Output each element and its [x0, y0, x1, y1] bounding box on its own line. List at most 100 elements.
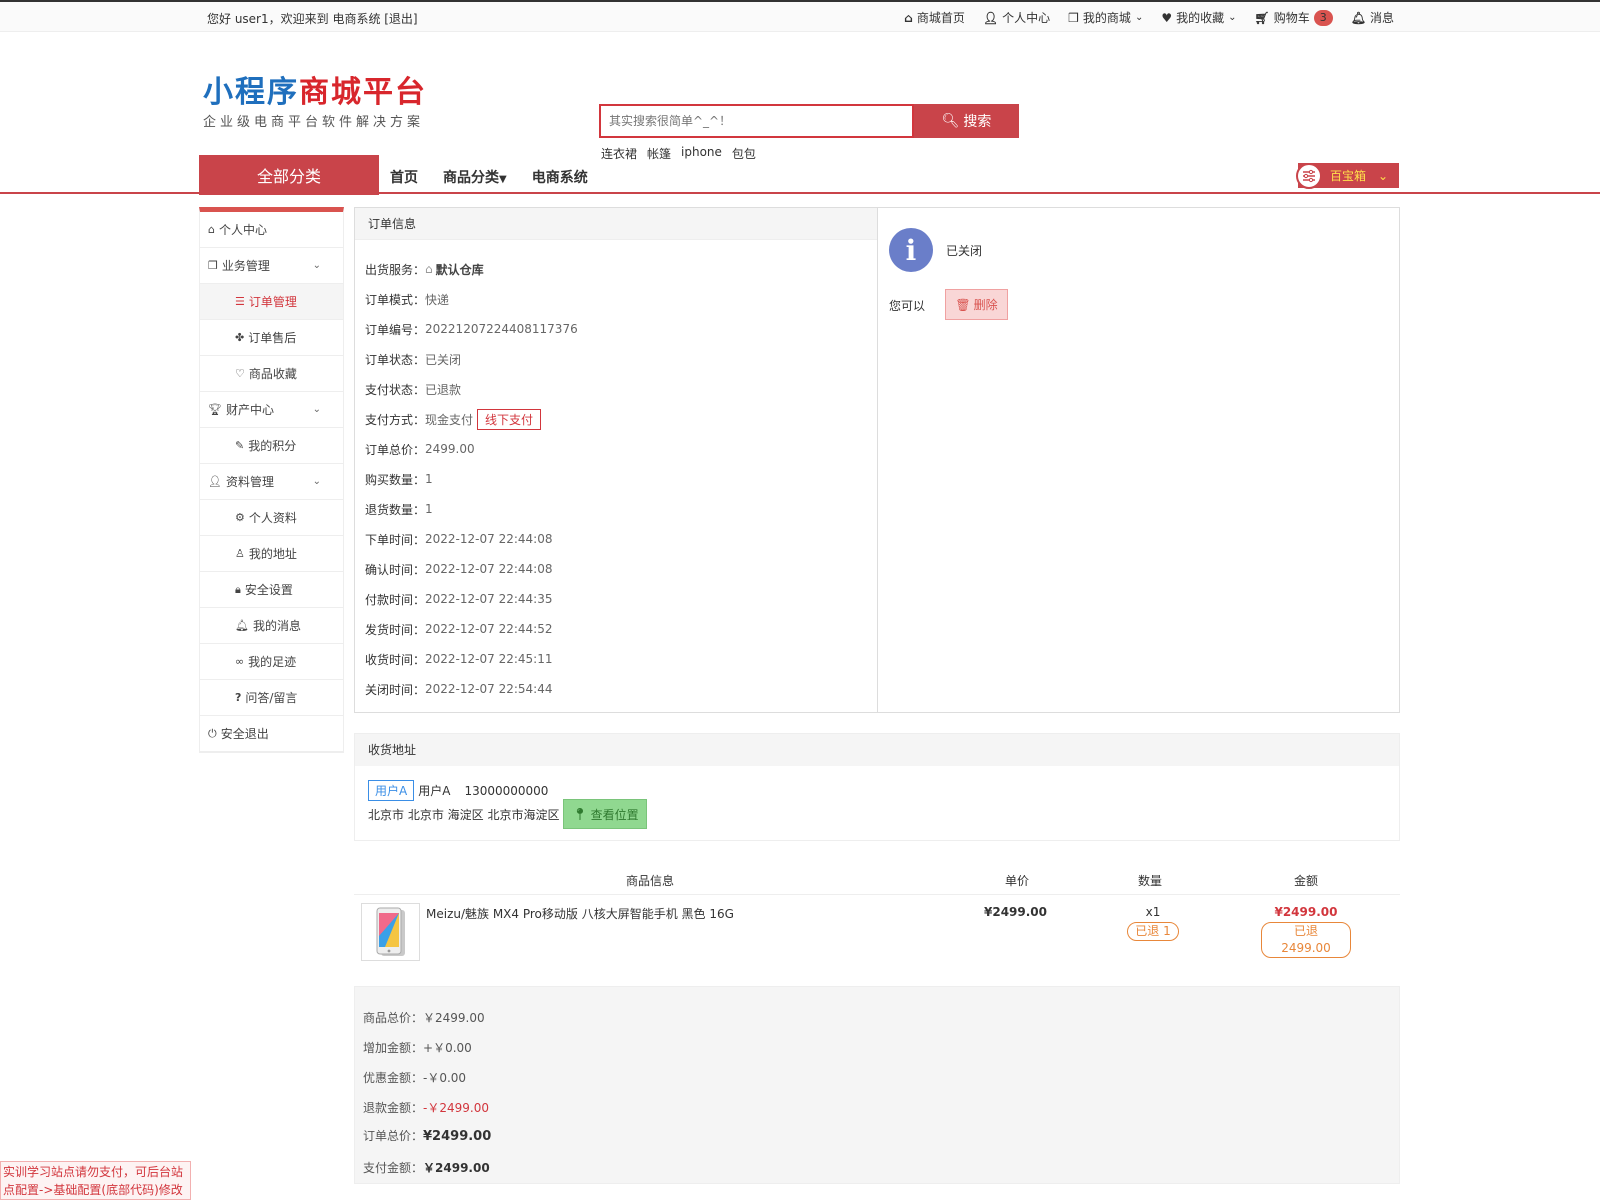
search-button-label: 搜索 [963, 114, 992, 130]
sidebar-item-label: 资料管理 [225, 475, 274, 489]
top-nav: ⌂ 商城首页 👤︎ 个人中心 ❒ 我的商城 ⌄ ♥ 我的收藏 ⌄ 🛒︎ 购物车 3 🔔︎ 消息 [904, 9, 1394, 26]
sidebar-item-security[interactable]: 🔒︎ 安全设置 [200, 572, 343, 608]
logo-title: 小程序商城平台 [203, 73, 427, 113]
order-row-placed-time: 下单时间： 2022-12-07 22:44:08 [365, 524, 877, 554]
order-row-confirm-time: 确认时间： 2022-12-07 22:44:08 [365, 554, 877, 584]
view-location-label: 查看位置 [590, 807, 639, 822]
top-nav-home[interactable]: ⌂ 商城首页 [904, 9, 965, 26]
summary-paid: 支付金额：￥2499.00 [363, 1159, 490, 1176]
top-nav-messages-label: 消息 [1369, 11, 1394, 25]
address-alias-tag: 用户A [368, 780, 415, 801]
order-row-value: 快递 [425, 292, 450, 307]
main-nav: 全部分类 首页 商品分类▼ 电商系统 百宝箱 ⌄ [0, 152, 1600, 195]
address-name: 用户A [418, 784, 451, 798]
cube-icon: ❒ [1068, 10, 1079, 25]
order-row-key: 订单总价： [365, 442, 426, 457]
product-thumbnail[interactable] [361, 903, 420, 961]
address-full: 北京市 北京市 海淀区 北京市海淀区 [368, 807, 560, 822]
offline-payment-tag: 线下支付 [477, 408, 542, 430]
sidebar-item-points[interactable]: ✎ 我的积分 [200, 428, 343, 464]
order-row-return-qty: 退货数量： 1 [365, 494, 877, 524]
summary-value: -￥2499.00 [423, 1101, 489, 1115]
logo-title-part2: 商城平台 [299, 75, 427, 110]
order-row-value: 2022-12-07 22:44:08 [425, 562, 553, 576]
order-row-value: 1 [425, 472, 433, 486]
top-nav-my-mall[interactable]: ❒ 我的商城 ⌄ [1068, 9, 1143, 26]
welcome-text[interactable]: 您好 user1，欢迎来到 电商系统 [退出] [207, 10, 418, 27]
sidebar-item-assets[interactable]: 🏆︎ 财产中心 ⌄ [200, 392, 343, 428]
order-status-panel: i 已关闭 您可以 🗑︎ 删除 [879, 208, 1399, 712]
top-nav-cart[interactable]: 🛒︎ 购物车 3 [1255, 9, 1333, 26]
summary-order-total: 订单总价：¥2499.00 [363, 1127, 491, 1144]
logo-title-part1: 小程序 [203, 75, 299, 110]
order-row-key: 发货时间： [365, 622, 426, 637]
footprint-icon: ∞ [235, 655, 245, 668]
summary-discount: 优惠金额：-￥0.00 [363, 1069, 466, 1086]
nav-link-home[interactable]: 首页 [390, 167, 418, 187]
sliders-icon [1296, 162, 1322, 189]
order-row-value: 20221207224408117376 [425, 322, 578, 336]
summary-refund: 退款金额：-￥2499.00 [363, 1099, 489, 1116]
sidebar-item-label: 我的消息 [252, 619, 301, 633]
order-row-mode: 订单模式： 快递 [365, 284, 877, 314]
bell-outline-icon: 🔔︎ [235, 619, 249, 632]
nav-link-categories[interactable]: 商品分类▼ [443, 167, 507, 187]
search-input[interactable] [599, 104, 914, 138]
unit-price: ¥2499.00 [984, 905, 1048, 919]
order-row-value: 2022-12-07 22:44:52 [425, 622, 553, 636]
trash-icon: 🗑︎ [955, 297, 971, 312]
nav-link-ecommerce[interactable]: 电商系统 [532, 167, 588, 187]
order-info-left: 订单信息 出货服务： ⌂ 默认仓库 订单模式： 快递 订单编号： 20221207224… [355, 208, 878, 712]
question-icon: ? [235, 691, 242, 704]
summary-value: +￥0.00 [423, 1041, 472, 1055]
sidebar-item-after-sales[interactable]: ✤ 订单售后 [200, 320, 343, 356]
sidebar-item-address[interactable]: ♙ 我的地址 [200, 536, 343, 572]
product-title[interactable]: Meizu/魅族 MX4 Pro移动版 八核大屏智能手机 黑色 16G [426, 905, 734, 922]
sidebar-item-footprints[interactable]: ∞ 我的足迹 [200, 644, 343, 680]
treasure-box-label: 百宝箱 [1330, 169, 1367, 183]
order-row-pay-time: 付款时间： 2022-12-07 22:44:35 [365, 584, 877, 614]
sidebar-item-label: 个人资料 [248, 511, 297, 525]
sidebar-item-logout[interactable]: ⏻ 安全退出 [200, 716, 343, 752]
sidebar-item-label: 我的积分 [248, 439, 297, 453]
sidebar-item-label: 安全退出 [220, 727, 269, 741]
heart-icon: ♥ [1161, 10, 1173, 25]
top-nav-user-center[interactable]: 👤︎ 个人中心 [983, 9, 1050, 26]
top-nav-messages[interactable]: 🔔︎ 消息 [1351, 9, 1394, 26]
order-row-warehouse: 出货服务： ⌂ 默认仓库 [365, 254, 877, 284]
order-row-buy-qty: 购买数量： 1 [365, 464, 877, 494]
search-button[interactable]: 🔍︎ 搜索 [914, 104, 1019, 138]
order-row-total: 订单总价： 2499.00 [365, 434, 877, 464]
heart-outline-icon: ♡ [235, 367, 245, 380]
all-categories-button[interactable]: 全部分类 [199, 155, 379, 195]
sidebar-item-profile[interactable]: ⚙ 个人资料 [200, 500, 343, 536]
order-row-value: 2022-12-07 22:44:35 [425, 592, 553, 606]
sidebar-item-messages[interactable]: 🔔︎ 我的消息 [200, 608, 343, 644]
order-info-title: 订单信息 [355, 208, 877, 240]
order-row-ship-time: 发货时间： 2022-12-07 22:44:52 [365, 614, 877, 644]
top-nav-favorites[interactable]: ♥ 我的收藏 ⌄ [1161, 9, 1236, 26]
summary-key: 商品总价： [363, 1011, 424, 1025]
order-row-key: 订单编号： [365, 322, 426, 337]
info-icon: i [889, 228, 933, 272]
sidebar-item-business[interactable]: ❒ 业务管理 ⌄ [200, 248, 343, 284]
sidebar-item-favorites[interactable]: ♡ 商品收藏 [200, 356, 343, 392]
sidebar-item-profile-management[interactable]: 👤︎ 资料管理 ⌄ [200, 464, 343, 500]
amount-cell: ¥2499.00 已退 2499.00 [1261, 905, 1351, 958]
order-row-key: 订单状态： [365, 352, 426, 367]
sidebar-item-qa[interactable]: ? 问答/留言 [200, 680, 343, 716]
home-icon: ⌂ [904, 10, 913, 25]
view-location-button[interactable]: 📍︎ 查看位置 [563, 799, 648, 829]
delete-order-button[interactable]: 🗑︎ 删除 [945, 289, 1008, 320]
order-row-key: 关闭时间： [365, 682, 426, 697]
chevron-down-icon: ⌄ [312, 404, 321, 415]
treasure-box-button[interactable]: 百宝箱 ⌄ [1296, 162, 1399, 189]
sidebar-item-user-center[interactable]: ⌂ 个人中心 [200, 212, 343, 248]
sidebar-item-orders[interactable]: ☰ 订单管理 [200, 284, 343, 320]
shipping-address-panel: 收货地址 用户A 用户A 13000000000 北京市 北京市 海淀区 北京市… [354, 733, 1400, 841]
site-logo[interactable]: 小程序商城平台 企业级电商平台软件解决方案 [203, 73, 427, 130]
fire-icon: ✎ [235, 439, 245, 452]
order-row-value: 2022-12-07 22:54:44 [425, 682, 553, 696]
goods-table-header: 商品信息 单价 数量 金额 [354, 867, 1400, 895]
sidebar-item-label: 安全设置 [244, 583, 293, 597]
